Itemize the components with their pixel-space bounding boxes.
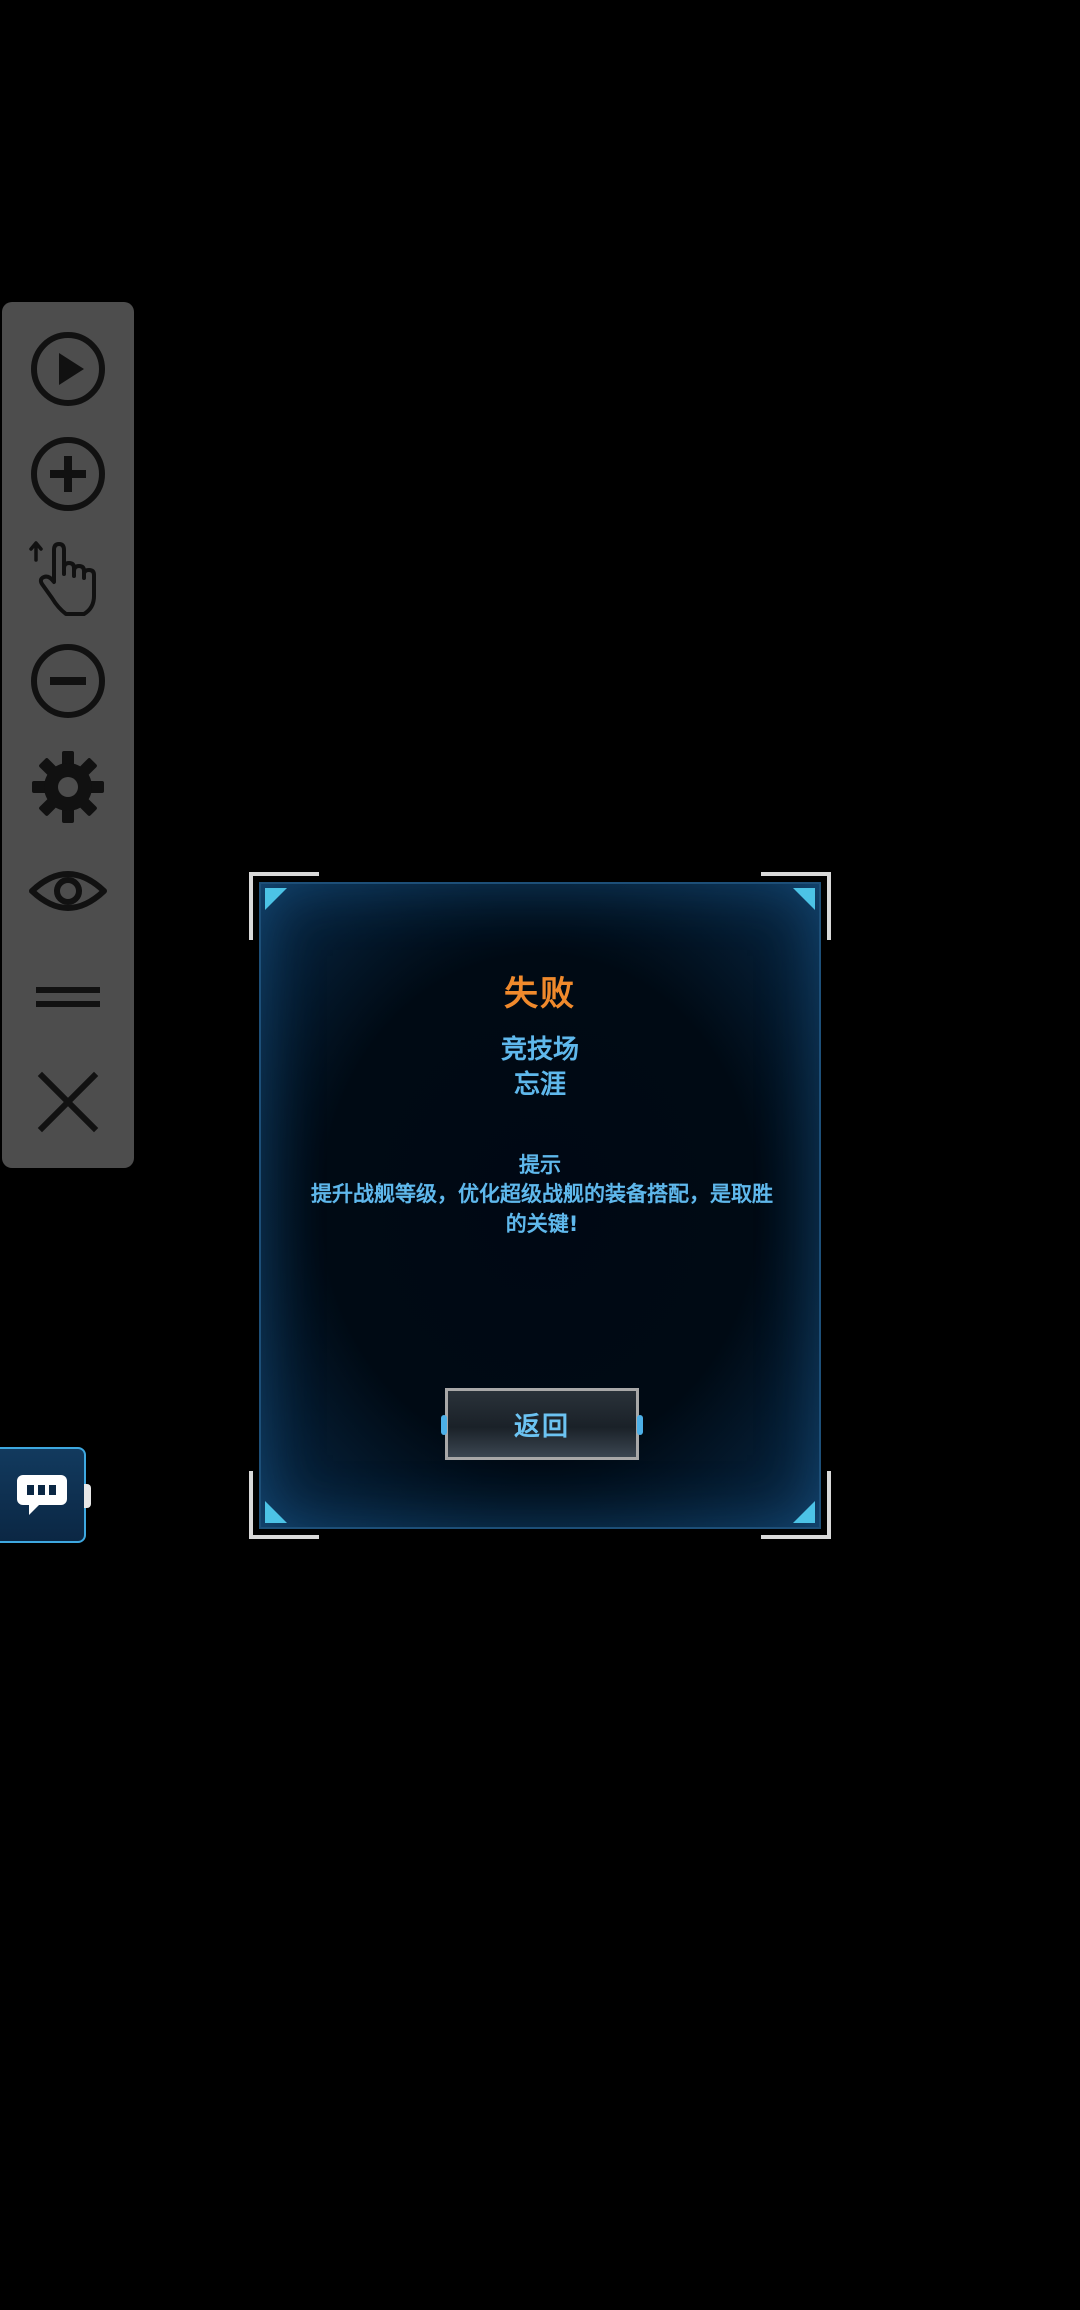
corner-triangle: [265, 888, 287, 910]
plus-circle-icon: [31, 437, 105, 511]
menu-button[interactable]: [28, 957, 108, 1037]
chat-handle[interactable]: [84, 1484, 91, 1508]
corner-triangle: [793, 888, 815, 910]
button-tab: [441, 1415, 447, 1435]
button-tab: [637, 1415, 643, 1435]
return-button[interactable]: 返回: [441, 1388, 643, 1460]
game-screen: 失败 竞技场 忘涯 提示 提升战舰等级，优化超级战舰的装备搭配，是取胜的关键! …: [0, 0, 1080, 2310]
settings-button[interactable]: [28, 747, 108, 827]
close-button[interactable]: [28, 1062, 108, 1142]
minus-circle-icon: [31, 644, 105, 718]
mode-name: 竞技场: [500, 1035, 579, 1065]
tip-text: 提升战舰等级，优化超级战舰的装备搭配，是取胜的关键!: [311, 1182, 773, 1236]
close-icon: [37, 1071, 99, 1133]
zoom-in-button[interactable]: [28, 434, 108, 514]
view-button[interactable]: [28, 851, 108, 931]
corner-triangle: [265, 1501, 287, 1523]
play-circle-icon: [31, 332, 105, 406]
hand-pointer-icon: [29, 541, 96, 616]
tip-label: 提示: [519, 1153, 561, 1177]
tap-gesture-button[interactable]: [28, 538, 108, 618]
eye-icon: [29, 871, 107, 911]
chat-bubble-icon: [17, 1475, 67, 1515]
corner-triangle: [793, 1501, 815, 1523]
dialog-panel: 失败 竞技场 忘涯 提示 提升战舰等级，优化超级战舰的装备搭配，是取胜的关键! …: [259, 882, 821, 1529]
result-title: 失败: [504, 974, 576, 1014]
equals-icon: [36, 987, 100, 1007]
opponent-name: 忘涯: [513, 1070, 566, 1100]
play-button[interactable]: [28, 329, 108, 409]
floating-toolbar: [2, 302, 134, 1168]
gear-icon: [32, 751, 104, 823]
return-button-label: 返回: [513, 1411, 570, 1442]
result-dialog: 失败 竞技场 忘涯 提示 提升战舰等级，优化超级战舰的装备搭配，是取胜的关键! …: [249, 872, 831, 1539]
zoom-out-button[interactable]: [28, 641, 108, 721]
chat-button[interactable]: [0, 1447, 86, 1543]
